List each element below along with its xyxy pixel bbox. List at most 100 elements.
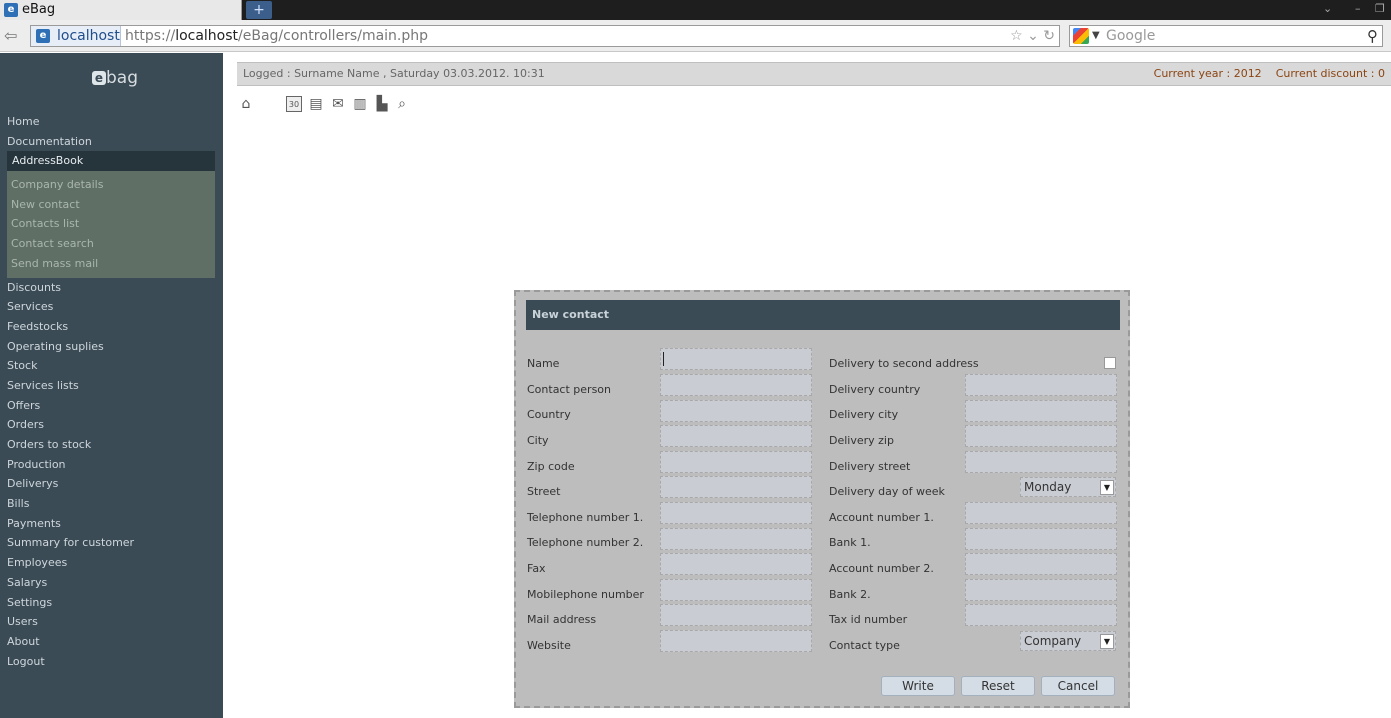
sidebar-item-users[interactable]: Users [0, 612, 223, 632]
year-discount-info: Current year : 2012 Current discount : 0 [1140, 63, 1385, 85]
street-field[interactable] [660, 476, 812, 498]
star-icon[interactable]: ☆ [1010, 28, 1023, 44]
sidebar-item-employees[interactable]: Employees [0, 553, 223, 573]
sidebar-item-services-lists[interactable]: Services lists [0, 376, 223, 396]
search-bar[interactable]: ▼ Google ⚲ [1069, 25, 1383, 47]
sidebar-item-about[interactable]: About [0, 632, 223, 652]
sidebar-item-payments[interactable]: Payments [0, 514, 223, 534]
submenu-item-contact-search[interactable]: Contact search [11, 234, 215, 254]
bank-1-field[interactable] [965, 528, 1117, 550]
sidebar: e bag Home Documentation AddressBook Comp… [0, 53, 223, 718]
sidebar-item-feedstocks[interactable]: Feedstocks [0, 317, 223, 337]
account-1-field[interactable] [965, 502, 1117, 524]
list-icon[interactable]: ▥ [352, 96, 368, 112]
minimize-icon[interactable]: – [1355, 2, 1361, 15]
document-icon[interactable]: ▤ [308, 96, 324, 112]
delivery-city-field[interactable] [965, 400, 1117, 422]
submenu-item-contacts-list[interactable]: Contacts list [11, 214, 215, 234]
current-discount: Current discount : 0 [1275, 67, 1385, 80]
mail-icon[interactable]: ✉ [330, 96, 346, 112]
sidebar-item-settings[interactable]: Settings [0, 593, 223, 613]
sidebar-item-stock[interactable]: Stock [0, 356, 223, 376]
sidebar-item-orders-to-stock[interactable]: Orders to stock [0, 435, 223, 455]
browser-tabbar: e eBag + ⌄ – ❐ [0, 0, 1391, 20]
book-icon[interactable]: ▙ [374, 96, 390, 112]
chevron-down-icon[interactable]: ▼ [1100, 480, 1114, 495]
back-icon[interactable]: ⇦ [4, 27, 22, 45]
sidebar-item-home[interactable]: Home [0, 112, 223, 132]
telephone-2-field[interactable] [660, 528, 812, 550]
sidebar-item-salarys[interactable]: Salarys [0, 573, 223, 593]
sidebar-item-discounts[interactable]: Discounts [0, 278, 223, 298]
sidebar-item-operating-suplies[interactable]: Operating suplies [0, 337, 223, 357]
home-icon[interactable]: ⌂ [238, 96, 254, 112]
delivery-zip-field[interactable] [965, 425, 1117, 447]
delivery-country-field[interactable] [965, 374, 1117, 396]
favicon-icon: e [4, 3, 18, 17]
mobilephone-field[interactable] [660, 579, 812, 601]
browser-tab[interactable]: e eBag [0, 0, 242, 20]
label-delivery-second-address: Delivery to second address [829, 357, 979, 370]
chevron-down-icon[interactable]: ▼ [1092, 26, 1100, 46]
label-country: Country [527, 408, 571, 421]
sidebar-item-orders[interactable]: Orders [0, 415, 223, 435]
sidebar-item-deliverys[interactable]: Deliverys [0, 474, 223, 494]
label-mail-address: Mail address [527, 613, 597, 626]
url-text[interactable]: https://localhost/eBag/controllers/main.… [125, 26, 428, 46]
sidebar-item-offers[interactable]: Offers [0, 396, 223, 416]
delivery-day-select[interactable]: Monday ▼ [1020, 477, 1116, 497]
telephone-1-field[interactable] [660, 502, 812, 524]
label-delivery-zip: Delivery zip [829, 434, 894, 447]
website-field[interactable] [660, 630, 812, 652]
current-year: Current year : 2012 [1153, 67, 1262, 80]
write-button[interactable]: Write [881, 676, 955, 696]
google-icon[interactable] [1073, 28, 1089, 44]
search-input[interactable]: Google [1106, 26, 1155, 46]
new-tab-button[interactable]: + [246, 1, 272, 19]
restore-icon[interactable]: ❐ [1375, 2, 1385, 15]
label-account-1: Account number 1. [829, 511, 934, 524]
label-telephone-1: Telephone number 1. [527, 511, 644, 524]
sidebar-item-summary-for-customer[interactable]: Summary for customer [0, 533, 223, 553]
url-bar[interactable]: e localhost https://localhost/eBag/contr… [30, 25, 1060, 47]
label-tax-id: Tax id number [829, 613, 908, 626]
submenu-item-send-mass-mail[interactable]: Send mass mail [11, 254, 215, 274]
cancel-button[interactable]: Cancel [1041, 676, 1115, 696]
sidebar-item-production[interactable]: Production [0, 455, 223, 475]
reset-button[interactable]: Reset [961, 676, 1035, 696]
sidebar-item-documentation[interactable]: Documentation [0, 132, 223, 152]
bank-2-field[interactable] [965, 579, 1117, 601]
sidebar-item-bills[interactable]: Bills [0, 494, 223, 514]
city-field[interactable] [660, 425, 812, 447]
sidebar-item-logout[interactable]: Logout [0, 652, 223, 672]
site-identity[interactable]: e localhost [31, 26, 121, 46]
account-2-field[interactable] [965, 553, 1117, 575]
country-field[interactable] [660, 400, 812, 422]
fax-field[interactable] [660, 553, 812, 575]
name-field[interactable] [660, 348, 812, 370]
search-icon[interactable]: ⚲ [1367, 26, 1378, 46]
delivery-street-field[interactable] [965, 451, 1117, 473]
house-search-icon[interactable]: ⌕ [394, 96, 410, 112]
label-bank-2: Bank 2. [829, 588, 871, 601]
delivery-day-value: Monday [1024, 480, 1072, 494]
zip-code-field[interactable] [660, 451, 812, 473]
label-contact-person: Contact person [527, 383, 611, 396]
chevron-down-icon[interactable]: ⌄ [1323, 2, 1332, 15]
contact-type-select[interactable]: Company ▼ [1020, 631, 1116, 651]
chevron-down-icon[interactable]: ▼ [1100, 634, 1114, 649]
submenu-item-new-contact[interactable]: New contact [11, 195, 215, 215]
contact-person-field[interactable] [660, 374, 812, 396]
sidebar-item-addressbook[interactable]: AddressBook [7, 151, 215, 172]
submenu-item-company-details[interactable]: Company details [11, 175, 215, 195]
reload-icon[interactable]: ↻ [1043, 28, 1055, 44]
url-bar-icons: ☆ ⌄ ↻ [1010, 26, 1055, 46]
delivery-second-address-checkbox[interactable] [1104, 357, 1116, 369]
label-city: City [527, 434, 549, 447]
chevron-down-icon[interactable]: ⌄ [1027, 28, 1039, 44]
mail-address-field[interactable] [660, 604, 812, 626]
calendar-icon[interactable]: 30 [286, 96, 302, 112]
sidebar-item-services[interactable]: Services [0, 297, 223, 317]
tax-id-field[interactable] [965, 604, 1117, 626]
tab-title: eBag [22, 2, 56, 17]
